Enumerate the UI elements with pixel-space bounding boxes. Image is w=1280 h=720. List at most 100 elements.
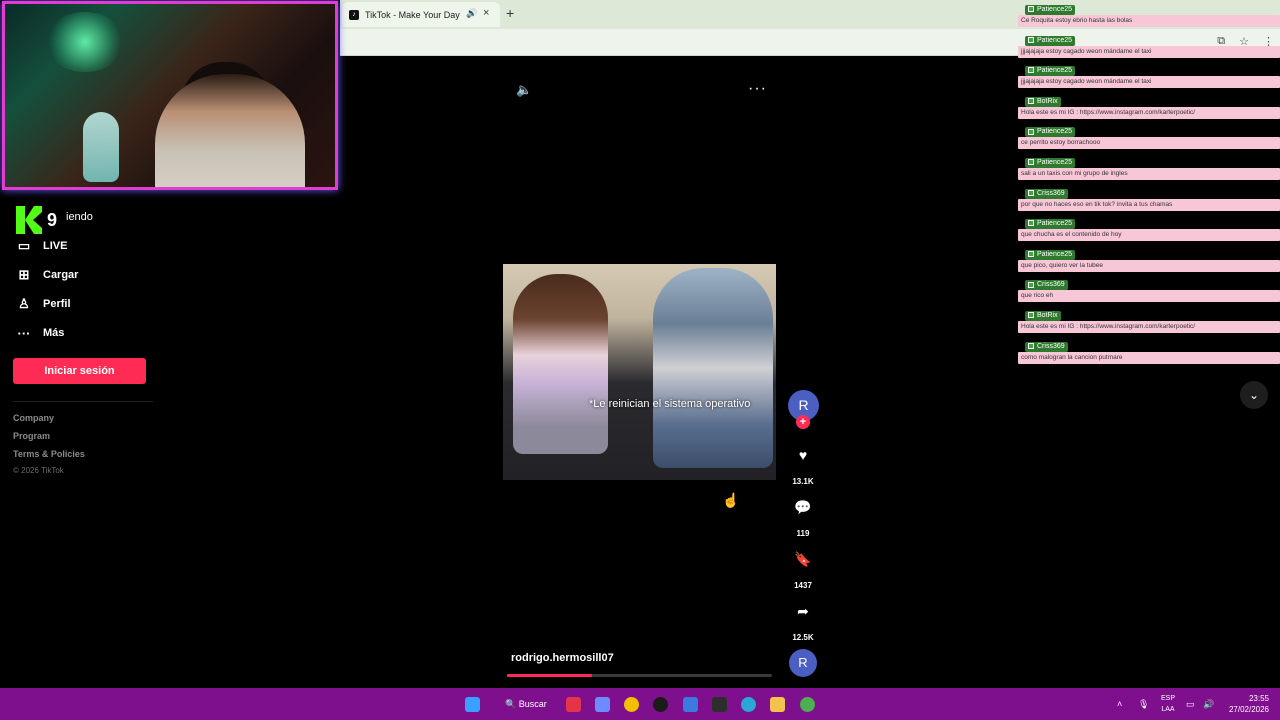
chat-username: Criss369 xyxy=(1025,280,1068,291)
follow-plus-icon[interactable]: + xyxy=(796,415,810,429)
nav-item-live[interactable]: ▭ LIVE xyxy=(16,238,68,254)
nav-item-label: Perfil xyxy=(43,298,71,310)
chat-username: BotRix xyxy=(1025,96,1061,107)
taskbar-clock[interactable]: 23:55 27/02/2026 xyxy=(1225,693,1269,715)
chat-message: Criss369 por que no haces eso en tik tok?… xyxy=(1018,188,1280,219)
browser-tab[interactable]: ♪ TikTok - Make Your Day 🔊 × xyxy=(342,2,500,27)
video-progress-bar[interactable] xyxy=(507,674,772,677)
upload-icon: ⊞ xyxy=(18,267,30,282)
login-button[interactable]: Iniciar sesión xyxy=(13,358,146,384)
video-progress-fill xyxy=(507,674,592,677)
app-icon-red[interactable] xyxy=(566,697,581,712)
lang-bottom: LAA xyxy=(1161,706,1175,713)
heart-icon[interactable]: ♥ xyxy=(793,445,813,465)
chat-message: Patience25 que pico, quiero ver la tubee xyxy=(1018,249,1280,280)
bookmark-icon[interactable]: 🔖 xyxy=(793,549,813,569)
nav-item-upload[interactable]: ⊞ Cargar xyxy=(16,267,79,283)
clock-date: 27/02/2026 xyxy=(1228,705,1269,714)
chat-badge-icon xyxy=(1028,97,1034,104)
share-icon[interactable]: ➦ xyxy=(793,601,813,621)
chat-badge-icon xyxy=(1028,128,1034,135)
taskbar-search[interactable]: 🔍 Buscar xyxy=(505,699,547,710)
language-indicator[interactable]: ESP LAA xyxy=(1160,693,1176,715)
mouse-cursor-icon: ☝ xyxy=(722,492,740,508)
obs-icon[interactable] xyxy=(653,697,668,712)
comment-icon[interactable]: 💬 xyxy=(793,497,813,517)
edge-icon[interactable] xyxy=(741,697,756,712)
footer-link-company[interactable]: Company xyxy=(13,413,54,423)
chat-username: Patience25 xyxy=(1025,66,1076,77)
footer-link-terms[interactable]: Terms & Policies xyxy=(13,449,85,459)
chat-message: Patience25 Ce Roquita estoy ebrio hasta l… xyxy=(1018,4,1280,35)
windows-start-icon[interactable] xyxy=(465,697,480,712)
store-icon[interactable] xyxy=(712,697,727,712)
lang-top: ESP xyxy=(1160,695,1175,702)
stream-chat: Patience25 Ce Roquita estoy ebrio hasta l… xyxy=(1018,4,1280,371)
video-player[interactable]: *Le reinician el sistema operativo xyxy=(503,264,776,480)
share-count: 12.5K xyxy=(792,633,814,642)
video-caption: *Le reinician el sistema operativo xyxy=(589,398,751,410)
footer-link-program[interactable]: Program xyxy=(13,431,50,441)
chat-badge-icon xyxy=(1028,67,1034,74)
chat-badge-icon xyxy=(1028,189,1034,196)
display-icon[interactable]: ▭ xyxy=(1186,699,1195,710)
chat-text: como malogran la cancion putmare xyxy=(1018,351,1280,364)
new-tab-button[interactable]: + xyxy=(506,5,514,21)
chat-text: jjjajajaja estoy cagado weon mándame el … xyxy=(1018,76,1280,89)
chat-text: que rico eh xyxy=(1018,290,1280,303)
like-count: 13.1K xyxy=(792,477,814,486)
chat-text: Ce Roquita estoy ebrio hasta las bolas xyxy=(1018,15,1280,27)
chat-message: Patience25 jjjajajaja estoy cagado weon m… xyxy=(1018,65,1280,96)
chat-badge-icon xyxy=(1028,220,1034,227)
chat-badge-icon xyxy=(1028,250,1034,257)
tab-title: TikTok - Make Your Day xyxy=(365,9,460,20)
speaker-icon[interactable]: 🔊 xyxy=(1203,699,1214,710)
chat-username: Patience25 xyxy=(1025,249,1076,260)
more-dots-icon: ··· xyxy=(17,325,31,341)
chat-username: Criss369 xyxy=(1025,341,1068,352)
video-author[interactable]: rodrigo.hermosill07 xyxy=(511,652,614,664)
chat-username: Patience25 xyxy=(1025,127,1076,138)
chat-text: que chucha es el contenido de hoy xyxy=(1018,229,1280,242)
chrome-active-icon[interactable] xyxy=(800,697,815,712)
chat-username: Patience25 xyxy=(1025,5,1076,15)
tray-chevron-icon[interactable]: ˄ xyxy=(1117,699,1122,709)
chat-message: Patience25 sali a un taxis con mi grupo d… xyxy=(1018,157,1280,188)
chat-text: jjjajajaja estoy cagado weon mándame el … xyxy=(1018,45,1280,58)
nav-item-profile[interactable]: ♙ Perfil xyxy=(16,296,71,312)
taskbar xyxy=(0,688,1280,720)
next-video-chevron-icon[interactable]: ⌄ xyxy=(1240,381,1268,409)
chat-message: Patience25 que chucha es el contenido de … xyxy=(1018,218,1280,249)
chat-badge-icon xyxy=(1028,159,1034,166)
tab-audio-icon[interactable]: 🔊 xyxy=(466,8,477,19)
chat-badge-icon xyxy=(1028,6,1034,13)
nav-item-more[interactable]: ··· Más xyxy=(16,325,65,341)
chat-text: sali a un taxis con mi grupo de ingles xyxy=(1018,167,1280,180)
live-tv-icon: ▭ xyxy=(17,238,31,253)
tiktok-favicon-icon: ♪ xyxy=(349,9,359,20)
chat-badge-icon xyxy=(1028,342,1034,349)
save-count: 1437 xyxy=(794,581,812,590)
chat-username: Criss369 xyxy=(1025,188,1068,199)
screen: ♪ TikTok - Make Your Day 🔊 × + ⧉ ☆ ⋮ 9 i… xyxy=(0,0,1280,720)
volume-icon[interactable]: 🔈 xyxy=(516,82,532,98)
copilot-icon[interactable] xyxy=(595,697,610,712)
chat-badge-icon xyxy=(1028,312,1034,319)
chat-message: BotRix Hola este es mi IG : https://www.i… xyxy=(1018,310,1280,341)
chat-message: Criss369 como malogran la cancion putmare xyxy=(1018,341,1280,372)
chat-username: Patience25 xyxy=(1025,157,1076,168)
chrome-icon[interactable] xyxy=(624,697,639,712)
chat-username: BotRix xyxy=(1025,310,1061,321)
mail-icon[interactable] xyxy=(683,697,698,712)
chat-username: Patience25 xyxy=(1025,35,1076,46)
music-avatar[interactable]: R xyxy=(789,649,817,677)
chat-text: Hola este es mi IG : https://www.instagr… xyxy=(1018,320,1280,333)
file-explorer-icon[interactable] xyxy=(770,697,785,712)
chat-text: Hola este es mi IG : https://www.instagr… xyxy=(1018,106,1280,119)
more-options-icon[interactable]: ··· xyxy=(748,80,767,98)
microphone-icon[interactable]: 🎙 xyxy=(1138,699,1149,710)
chat-message: Patience25 ce perrito estoy borrachooo xyxy=(1018,126,1280,157)
search-label: Buscar xyxy=(518,699,547,709)
copyright: © 2026 TikTok xyxy=(13,466,64,475)
tab-close-icon[interactable]: × xyxy=(483,7,489,19)
